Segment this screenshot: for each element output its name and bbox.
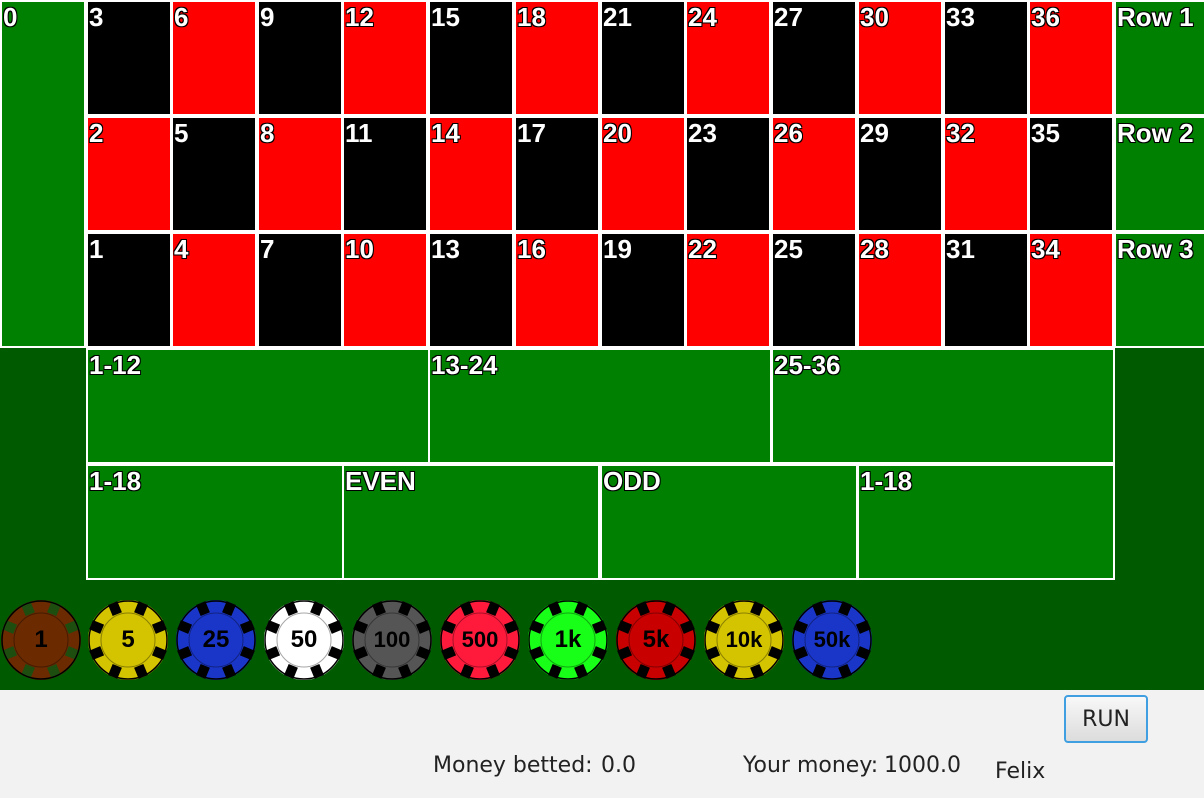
number-cell-36[interactable]: 36 <box>1028 0 1114 116</box>
chip-25[interactable]: 25 <box>176 600 256 680</box>
chip-label: 500 <box>461 627 499 652</box>
chip-label: 100 <box>373 627 411 652</box>
money-betted-value: 0.0 <box>601 753 636 778</box>
chip-label: 50k <box>813 627 851 652</box>
bet-dozen-1[interactable]: 1-12 <box>86 348 430 464</box>
run-button[interactable]: RUN <box>1064 695 1148 743</box>
chip-label: 50 <box>290 626 318 653</box>
number-cell-21[interactable]: 21 <box>600 0 686 116</box>
bet-high[interactable]: 1-18 <box>857 464 1115 580</box>
chip-label: 25 <box>202 626 230 653</box>
chip-label: 10k <box>725 627 763 652</box>
number-cell-34[interactable]: 34 <box>1028 232 1114 348</box>
number-cell-16[interactable]: 16 <box>514 232 600 348</box>
bet-dozen-3[interactable]: 25-36 <box>771 348 1115 464</box>
number-cell-15[interactable]: 15 <box>428 0 514 116</box>
number-cell-1[interactable]: 1 <box>86 232 172 348</box>
number-cell-26[interactable]: 26 <box>771 116 857 232</box>
number-cell-27[interactable]: 27 <box>771 0 857 116</box>
number-cell-17[interactable]: 17 <box>514 116 600 232</box>
number-cell-3[interactable]: 3 <box>86 0 172 116</box>
number-cell-5[interactable]: 5 <box>171 116 257 232</box>
number-cell-11[interactable]: 11 <box>342 116 428 232</box>
number-cell-33[interactable]: 33 <box>943 0 1029 116</box>
chip-label: 5k <box>642 626 670 653</box>
chip-label: 1k <box>554 626 582 653</box>
your-money-value: 1000.0 <box>884 753 961 778</box>
number-cell-9[interactable]: 9 <box>257 0 343 116</box>
chip-50[interactable]: 50 <box>264 600 344 680</box>
number-cell-12[interactable]: 12 <box>342 0 428 116</box>
chip-1k[interactable]: 1k <box>528 600 608 680</box>
number-cell-29[interactable]: 29 <box>857 116 943 232</box>
chip-5[interactable]: 5 <box>88 600 168 680</box>
control-panel: RUN Money betted: 0.0 Your money: 1000.0… <box>0 690 1204 798</box>
number-cell-23[interactable]: 23 <box>685 116 771 232</box>
bet-zero[interactable]: 0 <box>0 0 86 348</box>
number-cell-35[interactable]: 35 <box>1028 116 1114 232</box>
number-cell-32[interactable]: 32 <box>943 116 1029 232</box>
number-cell-14[interactable]: 14 <box>428 116 514 232</box>
number-cell-28[interactable]: 28 <box>857 232 943 348</box>
number-cell-10[interactable]: 10 <box>342 232 428 348</box>
chip-label: 1 <box>34 626 48 653</box>
number-cell-30[interactable]: 30 <box>857 0 943 116</box>
chip-label: 5 <box>121 626 135 653</box>
roulette-table: 0 3 6 9 12 15 18 21 24 27 30 33 36 2 5 8 11 14 17 20 23 26 29… <box>0 0 1204 690</box>
bet-even[interactable]: EVEN <box>342 464 600 580</box>
bet-dozen-2[interactable]: 13-24 <box>428 348 772 464</box>
number-cell-18[interactable]: 18 <box>514 0 600 116</box>
number-cell-8[interactable]: 8 <box>257 116 343 232</box>
number-cell-20[interactable]: 20 <box>600 116 686 232</box>
number-cell-6[interactable]: 6 <box>171 0 257 116</box>
player-name: Felix <box>995 759 1046 784</box>
chip-1[interactable]: 1 <box>1 600 81 680</box>
chip-5k[interactable]: 5k <box>616 600 696 680</box>
number-cell-24[interactable]: 24 <box>685 0 771 116</box>
chip-100[interactable]: 100 <box>352 600 432 680</box>
bet-row-3[interactable]: Row 3 <box>1114 232 1204 348</box>
number-cell-2[interactable]: 2 <box>86 116 172 232</box>
number-cell-4[interactable]: 4 <box>171 232 257 348</box>
bet-odd[interactable]: ODD <box>600 464 858 580</box>
bet-row-1[interactable]: Row 1 <box>1114 0 1204 116</box>
number-cell-13[interactable]: 13 <box>428 232 514 348</box>
chip-10k[interactable]: 10k <box>704 600 784 680</box>
number-cell-31[interactable]: 31 <box>943 232 1029 348</box>
number-cell-19[interactable]: 19 <box>600 232 686 348</box>
your-money-label: Your money: <box>743 753 879 778</box>
money-betted-label: Money betted: <box>433 753 593 778</box>
number-cell-7[interactable]: 7 <box>257 232 343 348</box>
chip-500[interactable]: 500 <box>440 600 520 680</box>
bet-row-2[interactable]: Row 2 <box>1114 116 1204 232</box>
number-cell-22[interactable]: 22 <box>685 232 771 348</box>
chip-50k[interactable]: 50k <box>792 600 872 680</box>
number-cell-25[interactable]: 25 <box>771 232 857 348</box>
bet-low[interactable]: 1-18 <box>86 464 344 580</box>
